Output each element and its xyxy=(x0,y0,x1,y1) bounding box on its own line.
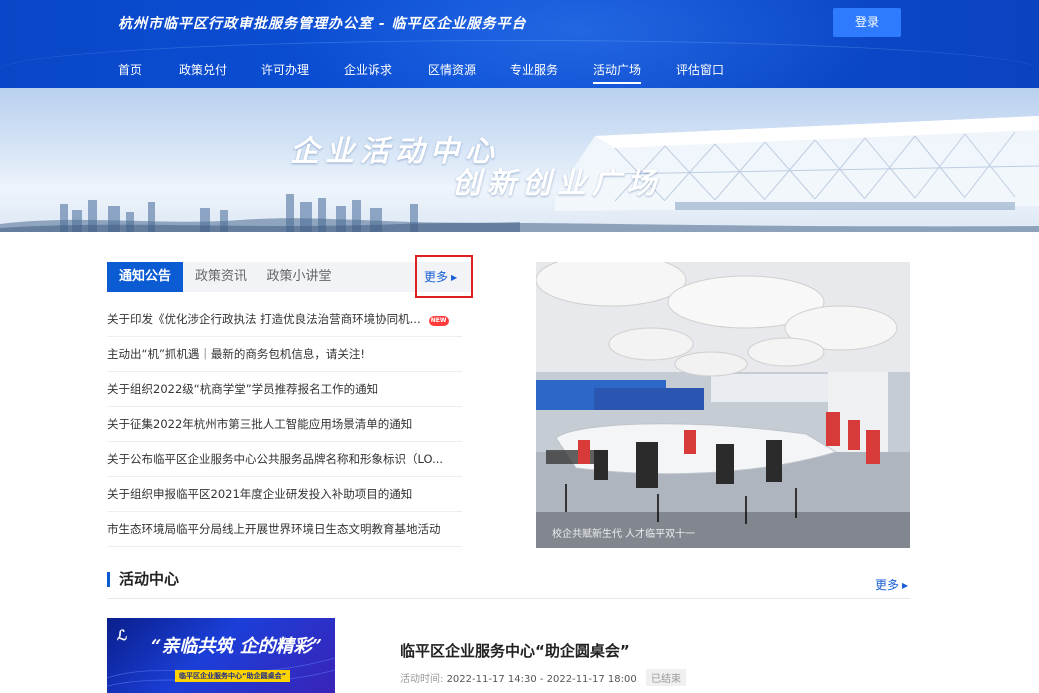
tab-policy-news[interactable]: 政策资讯 xyxy=(187,262,255,292)
site-title: 杭州市临平区行政审批服务管理办公室 - 临平区企业服务平台 xyxy=(118,16,527,32)
photo-caption: 校企共赋新生代 人才临平双十一 xyxy=(552,529,696,540)
caret-right-icon: ▶ xyxy=(902,581,909,590)
activity-poster-subtitle: 临平区企业服务中心“助企圆桌会” xyxy=(175,670,291,682)
nav-item-district-resources[interactable]: 区情资源 xyxy=(428,61,476,78)
list-item-text: 关于印发《优化涉企行政执法 打造优良法治营商环境协同机... xyxy=(107,312,421,326)
tab-policy-lecture[interactable]: 政策小讲堂 xyxy=(257,262,341,292)
activity-more-link[interactable]: 更多 ▶ xyxy=(875,576,908,593)
list-item-text: 关于公布临平区企业服务中心公共服务品牌名称和形象标识（LO... xyxy=(107,452,444,466)
notice-more-link[interactable]: 更多 ▶ xyxy=(424,268,457,285)
notice-list: 关于印发《优化涉企行政执法 打造优良法治营商环境协同机... NEW 主动出“机”… xyxy=(107,302,462,547)
list-item-text: 主动出“机”抓机遇｜最新的商务包机信息，请关注! xyxy=(107,347,366,361)
activity-more-label: 更多 xyxy=(875,578,900,592)
list-item-text: 关于组织申报临平区2021年度企业研发投入补助项目的通知 xyxy=(107,487,413,501)
tab-notices[interactable]: 通知公告 xyxy=(107,262,183,292)
section-divider xyxy=(107,598,910,599)
notice-more-label: 更多 xyxy=(424,270,449,284)
nav-item-policy-payment[interactable]: 政策兑付 xyxy=(179,61,227,78)
list-item[interactable]: 关于征集2022年杭州市第三批人工智能应用场景清单的通知 xyxy=(107,407,462,442)
new-badge: NEW xyxy=(428,316,449,326)
status-badge: 已结束 xyxy=(645,669,686,686)
nav-item-professional-services[interactable]: 专业服务 xyxy=(510,61,558,78)
activity-time-value: 2022-11-17 14:30 - 2022-11-17 18:00 xyxy=(446,674,637,685)
activity-meta: 活动时间: 2022-11-17 14:30 - 2022-11-17 18:0… xyxy=(400,669,686,686)
activity-title[interactable]: 临平区企业服务中心“助企圆桌会” xyxy=(400,640,630,661)
list-item-text: 关于组织2022级“杭商学堂”学员推荐报名工作的通知 xyxy=(107,382,379,396)
nav-item-home[interactable]: 首页 xyxy=(118,61,142,78)
list-item[interactable]: 关于印发《优化涉企行政执法 打造优良法治营商环境协同机... NEW xyxy=(107,302,462,337)
nav-item-evaluation-window[interactable]: 评估窗口 xyxy=(676,61,724,78)
list-item[interactable]: 主动出“机”抓机遇｜最新的商务包机信息，请关注! xyxy=(107,337,462,372)
list-item[interactable]: 关于组织2022级“杭商学堂”学员推荐报名工作的通知 xyxy=(107,372,462,407)
activity-time-label: 活动时间: xyxy=(400,674,444,685)
activity-poster-title: “亲临共筑 企的精彩” xyxy=(151,636,322,657)
list-item[interactable]: 关于组织申报临平区2021年度企业研发投入补助项目的通知 xyxy=(107,477,462,512)
nav-item-enterprise-appeal[interactable]: 企业诉求 xyxy=(344,61,392,78)
list-item-text: 关于征集2022年杭州市第三批人工智能应用场景清单的通知 xyxy=(107,417,413,431)
office-scene-image xyxy=(536,262,910,548)
list-item-text: 市生态环境局临平分局线上开展世界环境日生态文明教育基地活动 xyxy=(107,522,441,536)
nav-item-permit[interactable]: 许可办理 xyxy=(261,61,309,78)
caret-right-icon: ▶ xyxy=(451,273,458,282)
hero-banner: 企业活动中心 创新创业广场 xyxy=(0,88,1039,232)
featured-photo[interactable]: 校企共赋新生代 人才临平双十一 xyxy=(536,262,910,548)
list-item[interactable]: 关于公布临平区企业服务中心公共服务品牌名称和形象标识（LO... xyxy=(107,442,462,477)
banner-subtitle: 创新创业广场 xyxy=(452,166,663,200)
svg-text:ℒ: ℒ xyxy=(117,628,127,644)
list-item[interactable]: 市生态环境局临平分局线上开展世界环境日生态文明教育基地活动 xyxy=(107,512,462,547)
activity-thumbnail[interactable]: ℒ “亲临共筑 企的精彩” 临平区企业服务中心“助企圆桌会” xyxy=(107,618,335,693)
nav-item-activity-square[interactable]: 活动广场 xyxy=(593,61,642,84)
section-title-activity-center: 活动中心 xyxy=(107,572,179,587)
login-button[interactable]: 登录 xyxy=(833,8,901,37)
site-header: 杭州市临平区行政审批服务管理办公室 - 临平区企业服务平台 登录 首页 政策兑付… xyxy=(0,0,1039,88)
